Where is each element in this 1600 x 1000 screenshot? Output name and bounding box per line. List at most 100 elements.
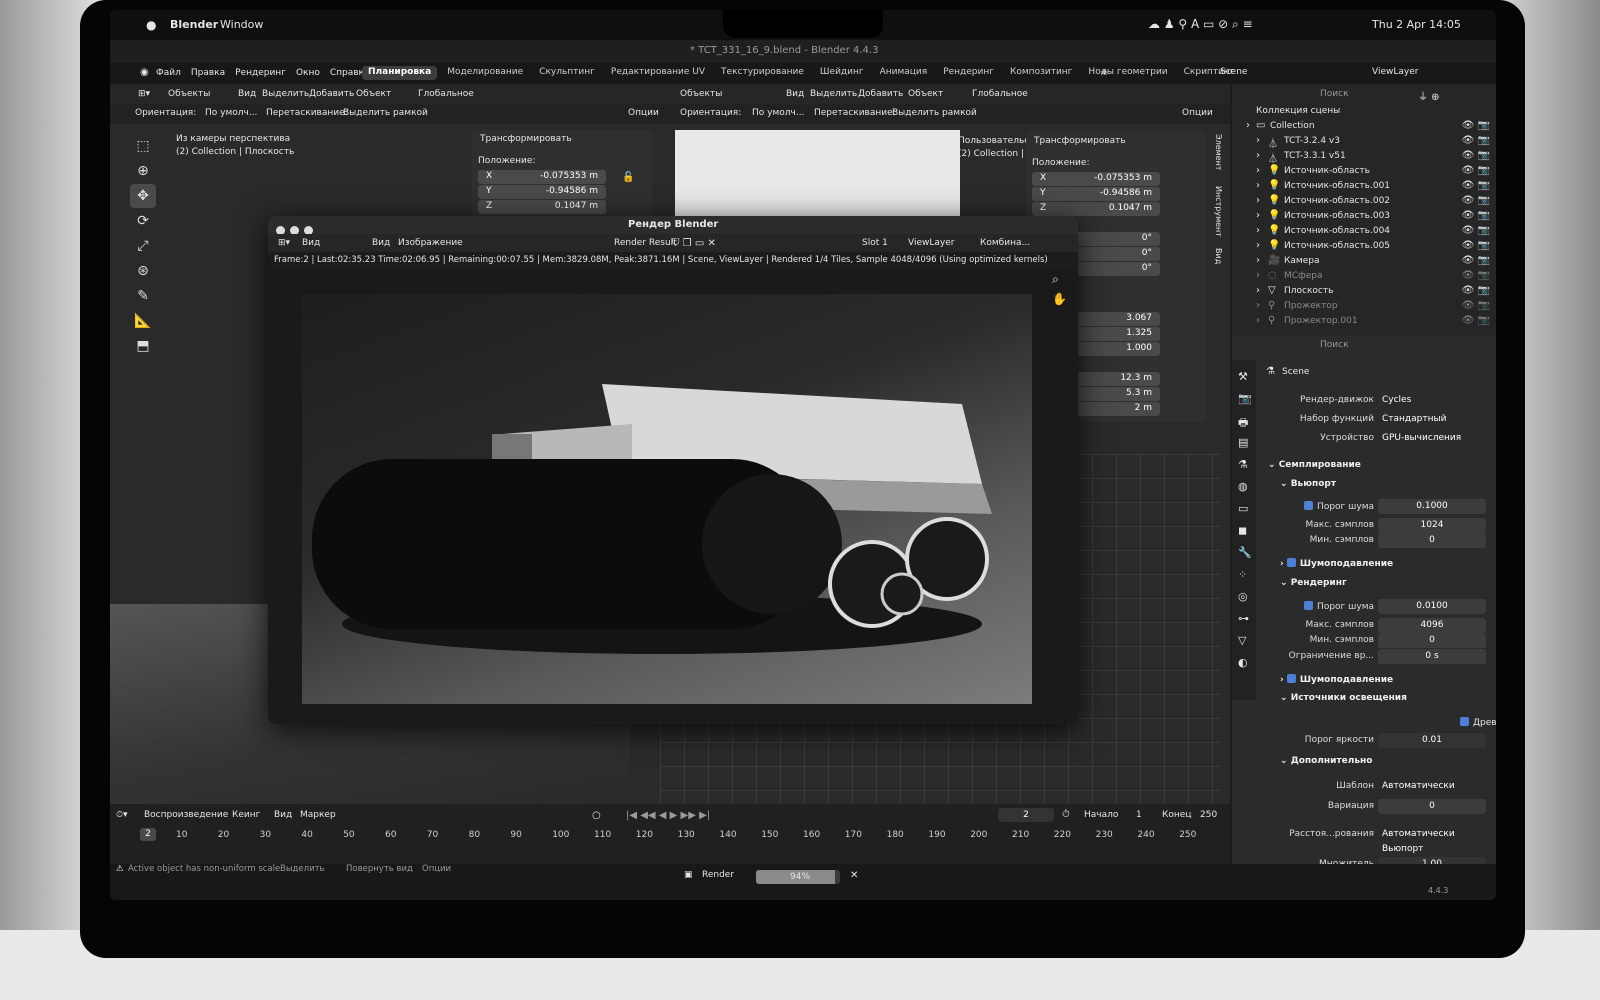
filter-icon[interactable]: ⏚ ⊕ — [1418, 88, 1440, 103]
object-tab-icon[interactable]: ◼ — [1238, 524, 1247, 537]
scale-z-field[interactable]: 1.000 — [1066, 342, 1160, 356]
modifier-tab-icon[interactable]: 🔧 — [1238, 546, 1252, 559]
workspace-tab[interactable]: Моделирование — [441, 66, 529, 80]
menu-object[interactable]: Объект — [356, 89, 391, 99]
outliner-row[interactable]: › ◌ МСфера 👁 📷 — [1232, 270, 1496, 285]
visibility-icon[interactable]: 👁 📷 — [1462, 195, 1490, 206]
expand-arrow-icon[interactable]: › — [1256, 300, 1260, 311]
location-x-field[interactable]: X -0.075353 m — [478, 170, 606, 184]
select-tool-icon[interactable]: ⬚ — [130, 134, 156, 158]
menu-add-2[interactable]: Добавить — [858, 89, 903, 99]
render-pass-select[interactable]: Комбина... — [980, 238, 1030, 248]
workspace-tab[interactable]: Редактирование UV — [605, 66, 711, 80]
outliner-root[interactable]: Коллекция сцены — [1256, 106, 1340, 116]
top-menu-item[interactable]: Окно — [296, 68, 320, 80]
render-tab-icon[interactable]: 📷 — [1238, 392, 1252, 405]
outliner-search[interactable]: Поиск — [1320, 89, 1349, 99]
r-max-field[interactable]: 4096 — [1378, 618, 1486, 633]
scene-tab-icon[interactable]: ⚗ — [1238, 458, 1248, 471]
r-noise-field[interactable]: 0.0100 — [1378, 599, 1486, 614]
location-z-field-2[interactable]: Z 0.1047 m — [1032, 202, 1160, 216]
r-min-field[interactable]: 0 — [1378, 633, 1486, 648]
dimension-z-field[interactable]: 2 m — [1066, 402, 1160, 416]
workspace-tab[interactable]: Композитинг — [1004, 66, 1078, 80]
material-tab-icon[interactable]: ◐ — [1238, 656, 1248, 669]
app-menu[interactable]: Blender — [170, 18, 218, 31]
visibility-icon[interactable]: 👁 📷 — [1462, 120, 1490, 131]
render-engine-select[interactable]: Cycles — [1378, 393, 1486, 408]
render-sampling-header[interactable]: ⌄ Рендеринг — [1280, 578, 1347, 588]
expand-arrow-icon[interactable]: › — [1256, 165, 1260, 176]
dimension-x-field[interactable]: 12.3 m — [1066, 372, 1160, 386]
menu-select-2[interactable]: Выделить — [810, 89, 857, 99]
vp-max-field[interactable]: 1024 — [1378, 518, 1486, 533]
options-button-2[interactable]: Опции — [1182, 108, 1213, 118]
rotation-y-field[interactable]: 0° — [1066, 247, 1160, 261]
end-field[interactable]: 250 — [1200, 810, 1217, 820]
rotation-x-field[interactable]: 0° — [1066, 232, 1160, 246]
clock[interactable]: Thu 2 Apr 14:05 — [1372, 18, 1461, 31]
image-view-mode[interactable]: Вид — [302, 238, 320, 248]
top-menu-item[interactable]: Рендеринг — [235, 68, 286, 80]
top-menu-item[interactable]: Правка — [191, 68, 225, 80]
vp-denoise-header[interactable]: › Шумоподавление — [1280, 558, 1393, 569]
slot-select[interactable]: Slot 1 — [862, 238, 888, 248]
options-button[interactable]: Опции — [628, 108, 659, 118]
expand-arrow-icon[interactable]: › — [1256, 315, 1260, 326]
pattern-select[interactable]: Автоматически — [1378, 779, 1486, 794]
timeline-editor-icon[interactable]: ⏲▾ — [116, 810, 128, 820]
location-y-field-2[interactable]: Y -0.94586 m — [1032, 187, 1160, 201]
view-menu-timeline[interactable]: Вид — [274, 810, 292, 820]
vp-noise-field[interactable]: 0.1000 — [1378, 499, 1486, 514]
visibility-icon[interactable]: 👁 📷 — [1462, 285, 1490, 296]
workspace-tab[interactable]: Скульптинг — [533, 66, 601, 80]
output-tab-icon[interactable]: 🖶 — [1238, 414, 1248, 433]
time-limit-field[interactable]: 0 s — [1378, 649, 1486, 664]
visibility-icon[interactable]: 👁 📷 — [1462, 150, 1490, 161]
location-y-field[interactable]: Y -0.94586 m — [478, 185, 606, 199]
scrambling-select[interactable]: Автоматически — [1378, 827, 1486, 842]
pan-hand-icon[interactable]: ✋ — [1052, 292, 1067, 306]
apple-icon[interactable]: ● — [146, 18, 156, 32]
orientation-select[interactable]: По умолч... — [205, 108, 257, 118]
expand-arrow-icon[interactable]: › — [1256, 150, 1260, 161]
workspace-tab[interactable]: Планировка — [362, 66, 438, 80]
expand-arrow-icon[interactable]: › — [1256, 285, 1260, 296]
outliner-row[interactable]: › ⏃ TCT-3.3.1 v51 👁 📷 — [1232, 150, 1496, 165]
rotate-tool-icon[interactable]: ⟳ — [130, 209, 156, 233]
outliner-row[interactable]: › 🎥 Камера 👁 📷 — [1232, 255, 1496, 270]
tool-tab-icon[interactable]: ⚒ — [1238, 370, 1248, 383]
menu-select[interactable]: Выделить — [262, 89, 309, 99]
world-tab-icon[interactable]: ◍ — [1238, 480, 1248, 493]
properties-search[interactable]: Поиск — [1320, 340, 1349, 350]
image-menu-view[interactable]: Вид — [372, 238, 390, 248]
scale-tool-icon[interactable]: ⤢ — [130, 234, 156, 258]
expand-arrow-icon[interactable]: › — [1256, 270, 1260, 281]
advanced-header[interactable]: ⌄ Дополнительно — [1280, 756, 1372, 766]
menu-view[interactable]: Вид — [238, 89, 256, 99]
render-result-select[interactable]: Render Result — [614, 238, 677, 248]
editor-type-icon[interactable]: ⊞▾ — [138, 89, 150, 99]
add-cube-tool-icon[interactable]: ⬒ — [130, 334, 156, 358]
image-menu-image[interactable]: Изображение — [398, 238, 463, 248]
dimension-y-field[interactable]: 5.3 m — [1066, 387, 1160, 401]
menu-add[interactable]: Добавить — [309, 89, 354, 99]
expand-arrow-icon[interactable]: › — [1256, 240, 1260, 251]
location-x-field-2[interactable]: X -0.075353 m — [1032, 172, 1160, 186]
visibility-icon[interactable]: 👁 📷 — [1462, 255, 1490, 266]
workspace-tab[interactable]: Ноды геометрии — [1082, 66, 1173, 80]
outliner-row[interactable]: › 💡 Источник-область.001 👁 📷 — [1232, 180, 1496, 195]
expand-arrow-icon[interactable]: › — [1256, 195, 1260, 206]
expand-arrow-icon[interactable]: › — [1256, 225, 1260, 236]
transform-tool-icon[interactable]: ⊛ — [130, 259, 156, 283]
cancel-render-icon[interactable]: ✕ — [850, 870, 858, 881]
image-editor-type-icon[interactable]: ⊞▾ — [278, 238, 290, 248]
outliner-row[interactable]: › 💡 Источник-область.004 👁 📷 — [1232, 225, 1496, 240]
mode-select-2[interactable]: Объекты — [680, 89, 722, 99]
scale-y-field[interactable]: 1.325 — [1066, 327, 1160, 341]
status-icons[interactable]: ☁ ♟ ⚲ A ▭ ⊘ ⌕ ≡ — [1148, 17, 1253, 32]
location-z-field[interactable]: Z 0.1047 m — [478, 200, 606, 214]
device-select[interactable]: GPU-вычисления — [1378, 431, 1486, 446]
outliner-row[interactable]: › 💡 Источник-область 👁 📷 — [1232, 165, 1496, 180]
outliner-row[interactable]: › 💡 Источник-область.003 👁 📷 — [1232, 210, 1496, 225]
